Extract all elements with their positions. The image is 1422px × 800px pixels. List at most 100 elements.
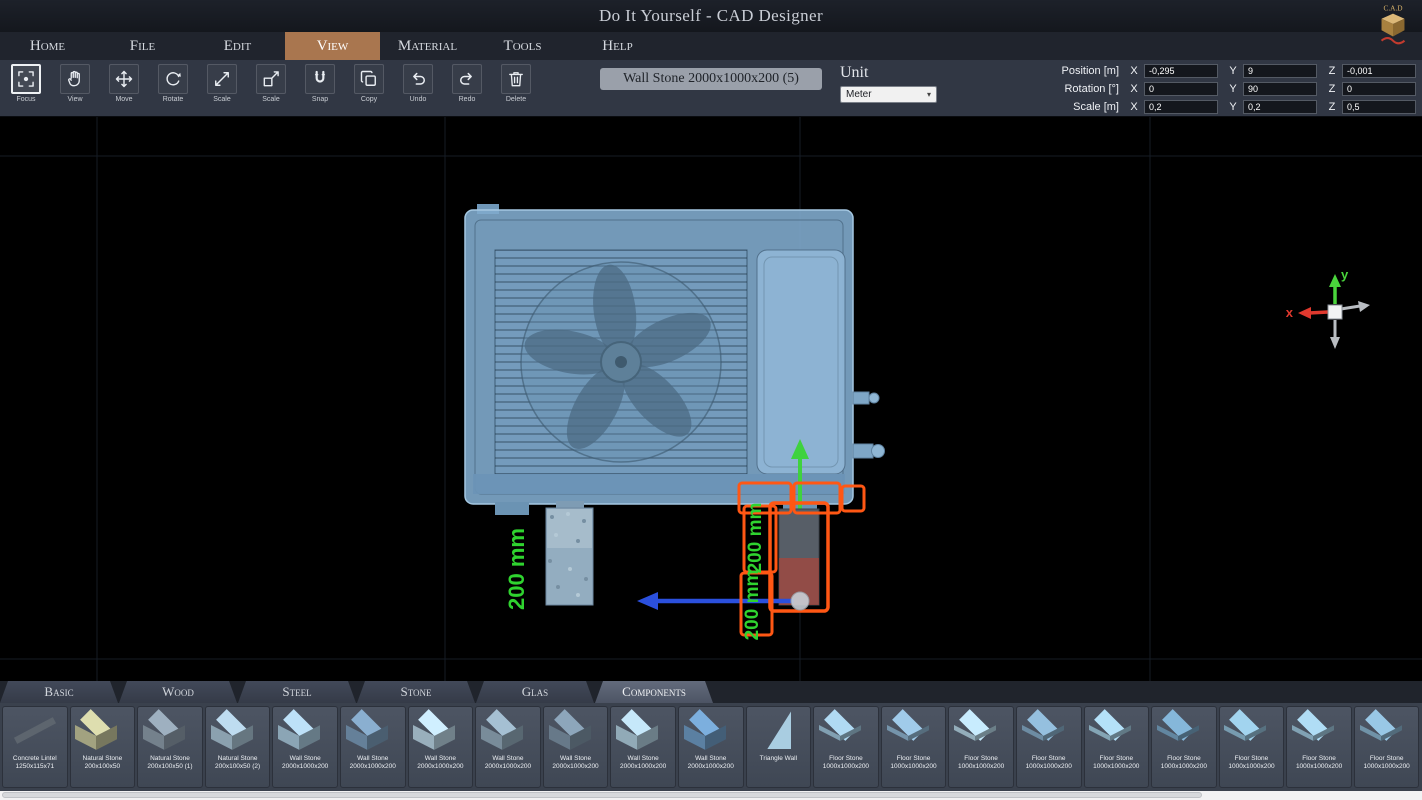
palette-item-name: Wall Stone [628,755,659,763]
palette-item-name: Natural Stone [218,755,258,763]
palette-item[interactable]: Triangle Wall [746,706,812,788]
tab-stone[interactable]: Stone [357,681,475,703]
app-window: Do It Yourself - CAD Designer C.A.D Home… [0,0,1422,800]
snap-button[interactable]: Snap [302,64,338,103]
palette-item[interactable]: Floor Stone 1000x1000x200 [1084,706,1150,788]
logo-text: C.A.D [1383,3,1402,12]
palette-item[interactable]: Wall Stone 2000x1000x200 [610,706,676,788]
scale-z-input[interactable] [1342,100,1416,114]
delete-button[interactable]: Delete [498,64,534,103]
menu-item-tools[interactable]: Tools [475,32,570,60]
palette-item[interactable]: Floor Stone 1000x1000x200 [881,706,947,788]
scale-button[interactable]: Scale [204,64,240,103]
gizmo-origin-handle[interactable] [791,592,809,610]
palette-item[interactable]: Floor Stone 1000x1000x200 [1151,706,1217,788]
palette-item[interactable]: Natural Stone 200x100x50 [70,706,136,788]
selected-object-label: Wall Stone 2000x1000x200 (5) [600,68,822,90]
position-x-input[interactable] [1144,64,1218,78]
category-tabs: Basic Wood Steel Stone Glas Components [0,681,1422,703]
viewport-scene: 200 mm 200 mm 200 mm y x [0,117,1422,681]
tab-steel[interactable]: Steel [238,681,356,703]
redo-button[interactable]: Redo [449,64,485,103]
palette-item-name: Floor Stone [1032,755,1066,763]
gizmo-x-label: x [1286,305,1294,320]
undo-button[interactable]: Undo [400,64,436,103]
dimension-label: 200 mm [504,528,529,610]
menu-item-material[interactable]: Material [380,32,475,60]
palette-item-size: 2000x1000x200 [350,763,396,771]
scale-box-button[interactable]: Scale [253,64,289,103]
palette-item-size: 1000x1000x200 [1161,763,1207,771]
move-icon [114,69,134,89]
tab-components[interactable]: Components [595,681,713,703]
scrollbar-thumb[interactable] [2,792,1202,798]
palette-item-thumbnail [79,709,125,755]
palette-item[interactable]: Wall Stone 2000x1000x200 [340,706,406,788]
ac-unit-model[interactable] [465,204,885,515]
selected-stone-block[interactable] [779,509,819,605]
palette-item-name: Wall Stone [492,755,523,763]
menu-item-help[interactable]: Help [570,32,665,60]
tab-glas[interactable]: Glas [476,681,594,703]
palette-item[interactable]: Floor Stone 1000x1000x200 [1354,706,1420,788]
palette-item-thumbnail [958,709,1004,755]
scale-x-input[interactable] [1144,100,1218,114]
palette-item-thumbnail [688,709,734,755]
palette-item[interactable]: Natural Stone 200x100x50 (1) [137,706,203,788]
palette-item[interactable]: Floor Stone 1000x1000x200 [948,706,1014,788]
rotate-button[interactable]: Rotate [155,64,191,103]
focus-button[interactable]: Focus [8,64,44,103]
palette-item[interactable]: Concrete Lintel 1250x115x71 [2,706,68,788]
menu-item-view[interactable]: View [285,32,380,60]
viewport-canvas[interactable]: 200 mm 200 mm 200 mm y x [0,117,1422,681]
focus-icon [16,69,36,89]
position-z-input[interactable] [1342,64,1416,78]
position-y-input[interactable] [1243,64,1317,78]
menu-item-edit[interactable]: Edit [190,32,285,60]
copy-button[interactable]: Copy [351,64,387,103]
tab-wood[interactable]: Wood [119,681,237,703]
scale-box-icon [261,69,281,89]
unit-control: Unit Meter ▾ [840,64,937,103]
palette-item-size: 1250x115x71 [16,763,55,771]
hand-icon [65,69,85,89]
rotation-y-input[interactable] [1243,82,1317,96]
palette-item[interactable]: Floor Stone 1000x1000x200 [1219,706,1285,788]
palette-item-size: 200x100x50 (2) [215,763,260,771]
menu-item-home[interactable]: Home [0,32,95,60]
palette-item[interactable]: Wall Stone 2000x1000x200 [408,706,474,788]
palette-item-thumbnail [755,709,801,755]
palette-item[interactable]: Wall Stone 2000x1000x200 [272,706,338,788]
palette-item-thumbnail [485,709,531,755]
dimension-label: 200 mm [742,570,763,641]
scale-y-input[interactable] [1243,100,1317,114]
rotation-z-input[interactable] [1342,82,1416,96]
palette-item-size: 2000x1000x200 [282,763,328,771]
stone-pillar[interactable] [546,501,593,605]
palette-item-thumbnail [891,709,937,755]
horizontal-scrollbar[interactable] [0,791,1422,800]
menu-item-file[interactable]: File [95,32,190,60]
palette-item[interactable]: Wall Stone 2000x1000x200 [475,706,541,788]
view-button[interactable]: View [57,64,93,103]
palette-item[interactable]: Wall Stone 2000x1000x200 [543,706,609,788]
thumb-top-face [767,711,791,749]
palette-item[interactable]: Floor Stone 1000x1000x200 [1016,706,1082,788]
palette-item-name: Floor Stone [1302,755,1336,763]
palette-item-size: 200x100x50 (1) [147,763,192,771]
app-logo-icon: C.A.D [1369,1,1417,47]
rotation-x-input[interactable] [1144,82,1218,96]
palette-item[interactable]: Natural Stone 200x100x50 (2) [205,706,271,788]
palette-item[interactable]: Floor Stone 1000x1000x200 [1286,706,1352,788]
palette-item[interactable]: Floor Stone 1000x1000x200 [813,706,879,788]
orientation-gizmo[interactable]: y x [1286,267,1370,349]
tab-basic[interactable]: Basic [0,681,118,703]
palette-item[interactable]: Wall Stone 2000x1000x200 [678,706,744,788]
move-button[interactable]: Move [106,64,142,103]
palette-item-size: 2000x1000x200 [620,763,666,771]
undo-icon [408,69,428,89]
axis-y-label: Y [1227,65,1239,77]
palette-item-thumbnail [1364,709,1410,755]
unit-select[interactable]: Meter ▾ [840,86,937,103]
palette-item-size: 1000x1000x200 [823,763,869,771]
